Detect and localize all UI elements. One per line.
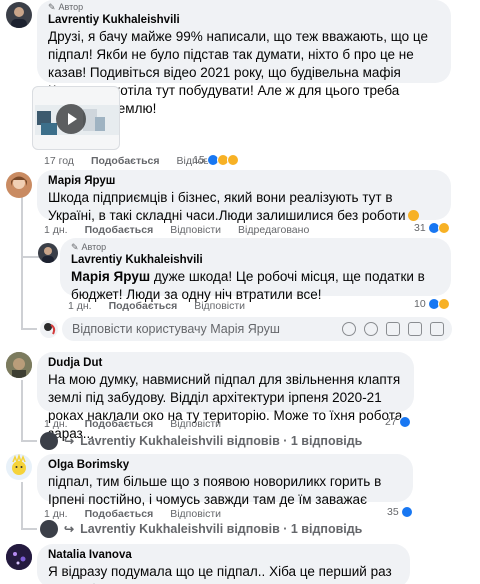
comment-text: Шкода підприємців і бізнес, який вони ре… bbox=[48, 190, 406, 223]
comment-author[interactable]: Lavrentiy Kukhaleishvili bbox=[71, 253, 440, 268]
view-replies[interactable]: ↪ Lavrentiy Kukhaleishvili відповів · 1 … bbox=[40, 432, 362, 450]
comment-bubble: Olga Borimsky підпал, тим більше що з по… bbox=[37, 454, 413, 507]
comment-time[interactable]: 1 дн. bbox=[68, 300, 92, 312]
reaction-summary[interactable]: 15 bbox=[193, 154, 239, 166]
thread-line bbox=[21, 196, 23, 256]
thread-line bbox=[21, 256, 23, 328]
avatar[interactable] bbox=[6, 172, 32, 198]
replies-icon: ↪ bbox=[64, 522, 75, 536]
sad-reaction-icon bbox=[437, 222, 450, 234]
comment-text: підпал, тим більше що з появою новорилик… bbox=[48, 474, 382, 507]
thread-line bbox=[21, 440, 37, 442]
sad-reaction-icon bbox=[226, 154, 239, 166]
reaction-summary[interactable]: 27 bbox=[385, 416, 411, 428]
avatar[interactable] bbox=[6, 2, 32, 28]
avatar bbox=[40, 320, 58, 338]
comment-actions: 1 дн. Подобається Відповісти bbox=[44, 418, 221, 430]
avatar-sticker-icon[interactable] bbox=[342, 322, 356, 336]
comment-time[interactable]: 1 дн. bbox=[44, 224, 68, 236]
like-button[interactable]: Подобається bbox=[85, 508, 154, 520]
thread-line bbox=[21, 528, 37, 530]
comment-bubble: Natalia Ivanova Я відразу подумала що це… bbox=[37, 544, 410, 584]
replies-icon: ↪ bbox=[64, 434, 75, 448]
view-replies[interactable]: ↪ Lavrentiy Kukhaleishvili відповів · 1 … bbox=[40, 520, 362, 538]
comment-actions: 1 дн. Подобається Відповісти bbox=[68, 300, 245, 312]
comment-text: Я відразу подумала що це підпал.. Хіба ц… bbox=[48, 564, 392, 584]
comment-author[interactable]: Olga Borimsky bbox=[48, 458, 402, 473]
comment-bubble: ✎ Автор Lavrentiy Kukhaleishvili Друзі, … bbox=[37, 0, 451, 116]
thread-line bbox=[21, 256, 39, 258]
comment-time[interactable]: 1 дн. bbox=[44, 508, 68, 520]
thread-line bbox=[21, 328, 37, 330]
comment-author[interactable]: Natalia Ivanova bbox=[48, 548, 399, 563]
sad-reaction-icon bbox=[437, 298, 450, 310]
comment-text: Марія Яруш дуже шкода! Це робочі місця, … bbox=[71, 269, 425, 302]
comment-time[interactable]: 17 год bbox=[44, 155, 74, 167]
comment-author[interactable]: Dudja Dut bbox=[48, 356, 403, 371]
reaction-summary[interactable]: 35 bbox=[387, 506, 413, 518]
author-badge: ✎ Автор bbox=[71, 242, 107, 252]
sticker-icon[interactable] bbox=[430, 322, 444, 336]
video-thumbnail[interactable] bbox=[32, 86, 120, 150]
comment-time[interactable]: 1 дн. bbox=[44, 418, 68, 430]
like-reaction-icon bbox=[400, 506, 413, 518]
reply-button[interactable]: Відповісти bbox=[170, 508, 221, 520]
author-badge: ✎ Автор bbox=[48, 2, 84, 12]
avatar[interactable] bbox=[6, 352, 32, 378]
reply-input[interactable]: Відповісти користувачу Марія Яруш bbox=[62, 317, 452, 341]
reply-button[interactable]: Відповісти bbox=[194, 300, 245, 312]
avatar[interactable] bbox=[6, 544, 32, 570]
reaction-summary[interactable]: 10 bbox=[414, 298, 450, 310]
reply-bubble: ✎ Автор Lavrentiy Kukhaleishvili Марія Я… bbox=[60, 238, 451, 302]
like-button[interactable]: Подобається bbox=[109, 300, 178, 312]
comment-bubble: Dudja Dut На мою думку, навмисний підпал… bbox=[37, 352, 414, 441]
reply-input-placeholder: Відповісти користувачу Марія Яруш bbox=[72, 322, 280, 336]
pencil-icon: ✎ bbox=[48, 2, 56, 12]
avatar[interactable] bbox=[38, 243, 58, 263]
reaction-summary[interactable]: 31 bbox=[414, 222, 450, 234]
emoji-icon[interactable] bbox=[364, 322, 378, 336]
camera-icon[interactable] bbox=[386, 322, 400, 336]
like-button[interactable]: Подобається bbox=[85, 418, 154, 430]
reply-button[interactable]: Відповісти bbox=[170, 418, 221, 430]
comment-author[interactable]: Марія Яруш bbox=[48, 174, 440, 189]
sad-emoji-icon bbox=[407, 210, 419, 221]
comment-actions: 1 дн. Подобається Відповісти bbox=[44, 508, 221, 520]
like-reaction-icon bbox=[398, 416, 411, 428]
comment-author[interactable]: Lavrentiy Kukhaleishvili bbox=[48, 13, 440, 28]
like-button[interactable]: Подобається bbox=[91, 155, 160, 167]
reply-button[interactable]: Відповісти bbox=[170, 224, 221, 236]
mention-link[interactable]: Марія Яруш bbox=[71, 269, 150, 284]
thread-line bbox=[21, 380, 23, 440]
comment-bubble: Марія Яруш Шкода підприємців і бізнес, я… bbox=[37, 170, 451, 223]
gif-icon[interactable] bbox=[408, 322, 422, 336]
edited-label: Відредаговано bbox=[238, 224, 310, 236]
avatar[interactable] bbox=[6, 454, 32, 480]
play-icon[interactable] bbox=[56, 104, 86, 134]
thread-line bbox=[21, 482, 23, 528]
like-button[interactable]: Подобається bbox=[85, 224, 154, 236]
pencil-icon: ✎ bbox=[71, 242, 79, 252]
avatar bbox=[40, 432, 58, 450]
avatar bbox=[40, 520, 58, 538]
comment-actions: 1 дн. Подобається Відповісти Відредагова… bbox=[44, 224, 309, 236]
